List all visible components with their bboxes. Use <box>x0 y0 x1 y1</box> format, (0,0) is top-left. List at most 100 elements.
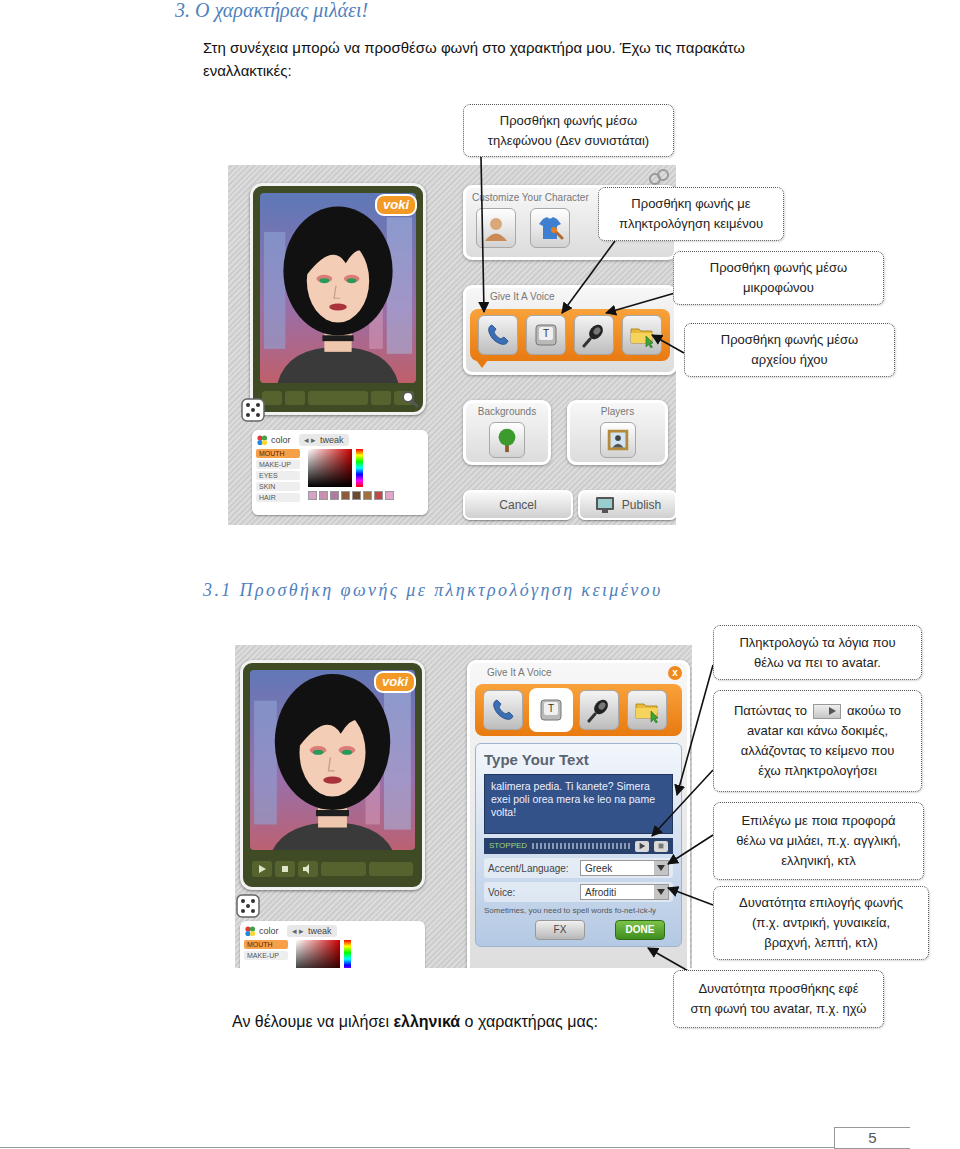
speech-text-input[interactable]: kalimera pedia. Ti kanete? Simera exei p… <box>484 774 673 834</box>
color-part-tab[interactable]: HAIR <box>256 493 300 502</box>
tweak-tab[interactable]: ◂ ▸ tweak <box>299 434 349 446</box>
color-swatch[interactable] <box>385 491 394 500</box>
clothing-button[interactable] <box>530 208 570 248</box>
voice-tool-button[interactable] <box>622 315 662 355</box>
done-button[interactable]: DONE <box>615 920 665 940</box>
color-gradient[interactable] <box>296 940 340 968</box>
color-swatch[interactable] <box>341 491 350 500</box>
chevron-down-icon <box>657 865 665 871</box>
give-voice-panel: Give It A Voice x T Type Your Text kalim… <box>467 660 690 968</box>
voice-tool-button[interactable]: T <box>531 690 571 730</box>
microphone-icon <box>581 322 607 348</box>
dice-icon[interactable] <box>235 893 261 919</box>
note-text: Αν θέλουμε να μιλήσει ελληνικά ο χαρακτή… <box>232 1012 598 1032</box>
figure-type-text: voki color ◂ ▸ tweak MOUTHMAKE-UP Give I… <box>0 620 960 1040</box>
hue-slider[interactable] <box>356 449 363 487</box>
color-part-tab[interactable]: EYES <box>256 471 300 480</box>
players-button[interactable] <box>600 422 636 458</box>
microphone-icon <box>586 697 612 723</box>
callout-box: Πληκτρολογώ τα λόγια πουθέλω να πει το a… <box>713 625 922 680</box>
color-swatch[interactable] <box>352 491 361 500</box>
close-button[interactable]: x <box>668 666 682 680</box>
voice-tool-button[interactable]: T <box>526 315 566 355</box>
color-swatch[interactable] <box>363 491 372 500</box>
accent-row: Accent/Language: Greek <box>484 858 673 878</box>
tweak-tab[interactable]: ◂ ▸ tweak <box>287 925 337 937</box>
color-tab[interactable]: color <box>244 925 279 937</box>
callout-box: Προσθήκη φωνής μέσωτηλεφώνου (Δεν συνιστ… <box>463 104 674 157</box>
figure-voice-options: voki color ◂ ▸ tweak MOUTH MAKE-UP EYES SKI… <box>0 95 960 535</box>
volume-button[interactable] <box>298 861 318 877</box>
progress-track <box>532 843 630 849</box>
link-icon[interactable] <box>648 169 670 185</box>
zoom-icon[interactable] <box>401 390 419 408</box>
color-part-tab[interactable]: MOUTH <box>244 940 288 949</box>
callout-box: Πατώντας το ακούω το avatar και κάνω δοκ… <box>713 690 922 792</box>
keyboard-key-icon: T <box>538 697 564 723</box>
callout-box: Προσθήκη φωνής μέσωμικροφώνου <box>673 251 884 305</box>
type-text-panel: Type Your Text kalimera pedia. Ti kanete… <box>475 743 682 947</box>
avatar-frame: voki <box>250 183 426 415</box>
players-panel: Players <box>567 400 668 465</box>
play-icon <box>827 706 837 716</box>
play-button[interactable] <box>252 861 272 877</box>
voice-tool-button[interactable] <box>483 690 523 730</box>
person-icon <box>481 213 511 243</box>
voice-dropdown[interactable]: Afroditi <box>580 884 669 900</box>
picture-frame-icon <box>604 426 632 454</box>
color-dots-icon <box>244 925 256 937</box>
phone-icon <box>485 322 511 348</box>
voki-logo: voki <box>375 194 417 216</box>
color-swatch[interactable] <box>330 491 339 500</box>
page-footer: 5 <box>0 1127 960 1149</box>
callout-box: Προσθήκη φωνής μέσωαρχείου ήχου <box>684 323 895 377</box>
cancel-button[interactable]: Cancel <box>463 490 573 520</box>
arrow <box>668 888 713 905</box>
arrow <box>652 335 684 353</box>
character-button[interactable] <box>476 208 516 248</box>
color-swatch[interactable] <box>308 491 317 500</box>
backgrounds-panel: Backgrounds <box>463 400 551 465</box>
monitor-icon <box>594 495 616 515</box>
callout-box: Προσθήκη φωνής μεπληκτρολόγηση κειμένου <box>598 187 784 241</box>
play-button[interactable] <box>635 841 649 852</box>
color-swatch[interactable] <box>374 491 383 500</box>
accent-dropdown[interactable]: Greek <box>580 860 669 876</box>
color-part-tab[interactable]: SKIN <box>256 482 300 491</box>
color-panel: color ◂ ▸ tweak MOUTH MAKE-UP EYES SKIN HAIR <box>252 430 428 515</box>
color-gradient[interactable] <box>308 449 352 487</box>
fx-button[interactable]: FX <box>535 920 585 940</box>
hint-text: Sometimes, you need to spell words fo-ne… <box>484 906 673 916</box>
color-part-tab[interactable]: MAKE-UP <box>244 951 288 960</box>
stop-button[interactable] <box>654 841 668 852</box>
voice-tool-button[interactable] <box>627 690 667 730</box>
svg-text:T: T <box>543 328 549 339</box>
color-part-tab[interactable]: MOUTH <box>256 449 300 458</box>
arrow <box>481 157 484 312</box>
shirt-icon <box>535 213 565 243</box>
color-tab[interactable]: color <box>256 434 291 446</box>
subsection-heading: 3.1 Προσθήκη φωνής με πληκτρολόγηση κειμ… <box>0 578 960 602</box>
arrow <box>648 948 690 972</box>
voice-tool-button[interactable] <box>574 315 614 355</box>
keyboard-key-icon: T <box>533 322 559 348</box>
folder-icon <box>629 322 655 348</box>
backgrounds-button[interactable] <box>489 422 525 458</box>
callout-box: Δυνατότητα προσθήκης εφέστη φωνή του ava… <box>673 970 884 1028</box>
phone-icon <box>490 697 516 723</box>
dice-icon[interactable] <box>240 397 266 423</box>
voice-tool-button[interactable] <box>478 315 518 355</box>
give-voice-panel: Give It A Voice T <box>463 285 676 375</box>
color-part-tab[interactable]: MAKE-UP <box>256 460 300 469</box>
stop-icon <box>280 864 290 874</box>
stop-button[interactable] <box>275 861 295 877</box>
callout-box: Επιλέγω με ποια προφοράθέλω να μιλάει, π… <box>713 802 924 880</box>
color-swatch[interactable] <box>319 491 328 500</box>
voice-tool-button[interactable] <box>579 690 619 730</box>
publish-button[interactable]: Publish <box>578 490 676 520</box>
hue-slider[interactable] <box>344 940 351 968</box>
arrow <box>606 293 675 313</box>
page-number: 5 <box>834 1127 910 1149</box>
section-heading: 3. Ο χαρακτήρας μιλάει! <box>0 0 960 20</box>
color-dots-icon <box>256 434 268 446</box>
